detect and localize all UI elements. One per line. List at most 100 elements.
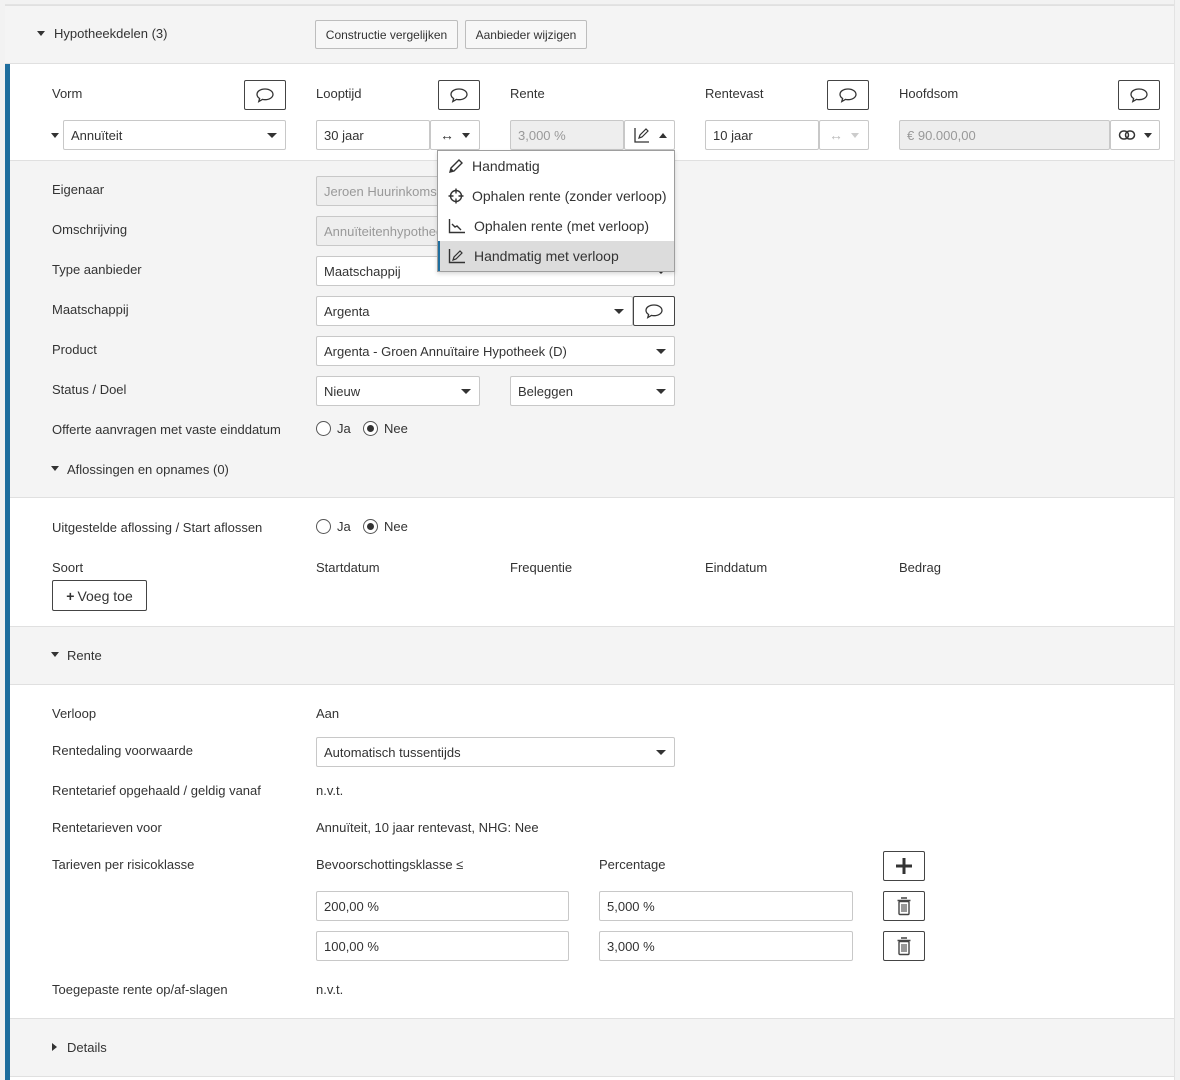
pencil-chart-icon — [448, 249, 465, 264]
radio-nee[interactable] — [363, 421, 378, 436]
comment-button-rentevast[interactable] — [827, 80, 869, 110]
comment-icon — [256, 88, 274, 103]
comment-button-looptijd[interactable] — [438, 80, 480, 110]
rentevast-mode-button: ↔ — [819, 120, 869, 150]
collapse-caret-icon[interactable] — [37, 31, 45, 36]
doel-value: Beleggen — [518, 383, 573, 399]
tarieven-voor-label: Rentetarieven voor — [52, 820, 162, 835]
rente-mode-button[interactable] — [624, 120, 675, 150]
menu-item-label: Ophalen rente (met verloop) — [474, 218, 650, 234]
opgehaald-value: n.v.t. — [316, 783, 344, 798]
comment-icon — [645, 304, 663, 319]
vorm-value: Annuïteit — [71, 127, 123, 143]
percentage-header: Percentage — [599, 857, 666, 872]
offerte-label: Offerte aanvragen met vaste einddatum — [52, 422, 281, 437]
doel-select[interactable]: Beleggen — [510, 376, 675, 406]
header-frequentie: Frequentie — [510, 560, 573, 575]
chevron-up-icon — [658, 132, 667, 138]
verloop-label: Verloop — [52, 706, 97, 721]
product-label: Product — [52, 342, 97, 357]
verloop-value: Aan — [316, 706, 340, 721]
delete-tarief-button-1[interactable] — [883, 891, 925, 921]
comment-button-hoofdsom[interactable] — [1118, 80, 1160, 110]
rente-section-header — [10, 626, 1174, 685]
rentevast-input[interactable]: 10 jaar — [705, 120, 819, 150]
arrows-horizontal-icon: ↔ — [440, 127, 454, 143]
rentedaling-select[interactable]: Automatisch tussentijds — [316, 737, 675, 767]
vorm-select[interactable]: Annuïteit — [63, 120, 286, 150]
uitgestelde-ja-option[interactable]: Ja — [316, 519, 351, 534]
tarieven-voor-value: Annuïteit, 10 jaar rentevast, NHG: Nee — [316, 820, 539, 835]
chevron-down-icon — [656, 349, 666, 354]
details-caret-icon[interactable] — [52, 1043, 57, 1051]
eigenaar-value: Jeroen Huurinkoms — [324, 183, 437, 199]
klasse-input-1[interactable]: 200,00 % — [316, 891, 569, 921]
change-provider-button[interactable]: Aanbieder wijzigen — [465, 20, 587, 49]
aflossingen-toggle[interactable]: Aflossingen en opnames (0) — [67, 462, 229, 477]
omschrijving-label: Omschrijving — [52, 222, 128, 237]
status-select[interactable]: Nieuw — [316, 376, 480, 406]
compare-construction-button[interactable]: Constructie vergelijken — [315, 20, 458, 49]
rente-toggle[interactable]: Rente — [67, 648, 102, 663]
status-doel-label: Status / Doel — [52, 382, 127, 397]
link-icon — [1118, 130, 1136, 140]
product-select[interactable]: Argenta - Groen Annuïtaire Hypotheek (D) — [316, 336, 675, 366]
menu-item-handmatig-met-verloop[interactable]: Handmatig met verloop — [438, 241, 674, 271]
looptijd-input[interactable]: 30 jaar — [316, 120, 430, 150]
header-startdatum: Startdatum — [316, 560, 380, 575]
chevron-down-icon — [614, 309, 624, 314]
rente-caret-icon[interactable] — [51, 652, 59, 657]
menu-item-ophalen-zonder-verloop[interactable]: Ophalen rente (zonder verloop) — [438, 181, 674, 211]
type-aanbieder-value: Maatschappij — [324, 263, 401, 279]
uitgestelde-nee-option[interactable]: Nee — [363, 519, 408, 534]
hoofdsom-link-button[interactable] — [1110, 120, 1160, 150]
rentedaling-value: Automatisch tussentijds — [324, 744, 461, 760]
col-rente: Rente — [510, 86, 545, 101]
plus-icon: + — [66, 587, 75, 604]
add-button-label: Voeg toe — [77, 587, 133, 604]
radio-ja-label: Ja — [337, 421, 351, 436]
right-border — [1174, 0, 1180, 1080]
chart-line-icon — [448, 219, 465, 234]
maatschappij-label: Maatschappij — [52, 302, 129, 317]
menu-item-ophalen-met-verloop[interactable]: Ophalen rente (met verloop) — [438, 211, 674, 241]
looptijd-mode-button[interactable]: ↔ — [430, 120, 480, 150]
row-expand-caret-icon[interactable] — [51, 133, 59, 138]
add-tarief-button[interactable] — [883, 851, 925, 881]
chevron-down-icon — [851, 132, 859, 138]
radio-ja[interactable] — [316, 421, 331, 436]
comment-button-vorm[interactable] — [244, 80, 286, 110]
type-aanbieder-label: Type aanbieder — [52, 262, 142, 277]
header-einddatum: Einddatum — [705, 560, 768, 575]
details-toggle[interactable]: Details — [67, 1040, 107, 1055]
section-title[interactable]: Hypotheekdelen (3) — [54, 26, 167, 41]
radio-nee-label: Nee — [384, 519, 408, 534]
radio-nee-label: Nee — [384, 421, 408, 436]
omschrijving-value: Annuïteitenhypothee — [324, 223, 444, 239]
offerte-ja-option[interactable]: Ja — [316, 421, 351, 436]
menu-item-handmatig[interactable]: Handmatig — [438, 151, 674, 181]
toegepast-value: n.v.t. — [316, 982, 344, 997]
chevron-down-icon — [461, 389, 471, 394]
status-value: Nieuw — [324, 383, 361, 399]
chevron-down-icon — [267, 133, 277, 138]
klasse-input-2[interactable]: 100,00 % — [316, 931, 569, 961]
aflossingen-caret-icon[interactable] — [51, 466, 59, 471]
radio-ja-label: Ja — [337, 519, 351, 534]
looptijd-value: 30 jaar — [324, 127, 364, 143]
pencil-icon — [449, 159, 463, 173]
col-looptijd: Looptijd — [316, 86, 362, 101]
offerte-nee-option[interactable]: Nee — [363, 421, 408, 436]
add-aflossing-button[interactable]: + Voeg toe — [52, 580, 147, 611]
percentage-input-2[interactable]: 3,000 % — [599, 931, 853, 961]
comment-icon — [839, 88, 857, 103]
percentage-input-1[interactable]: 5,000 % — [599, 891, 853, 921]
radio-ja[interactable] — [316, 519, 331, 534]
maatschappij-select[interactable]: Argenta — [316, 296, 633, 326]
rente-value: 3,000 % — [518, 127, 566, 143]
radio-nee[interactable] — [363, 519, 378, 534]
col-hoofdsom: Hoofdsom — [899, 86, 959, 101]
delete-tarief-button-2[interactable] — [883, 931, 925, 961]
chevron-down-icon — [462, 132, 470, 138]
comment-button-maatschappij[interactable] — [633, 296, 675, 326]
